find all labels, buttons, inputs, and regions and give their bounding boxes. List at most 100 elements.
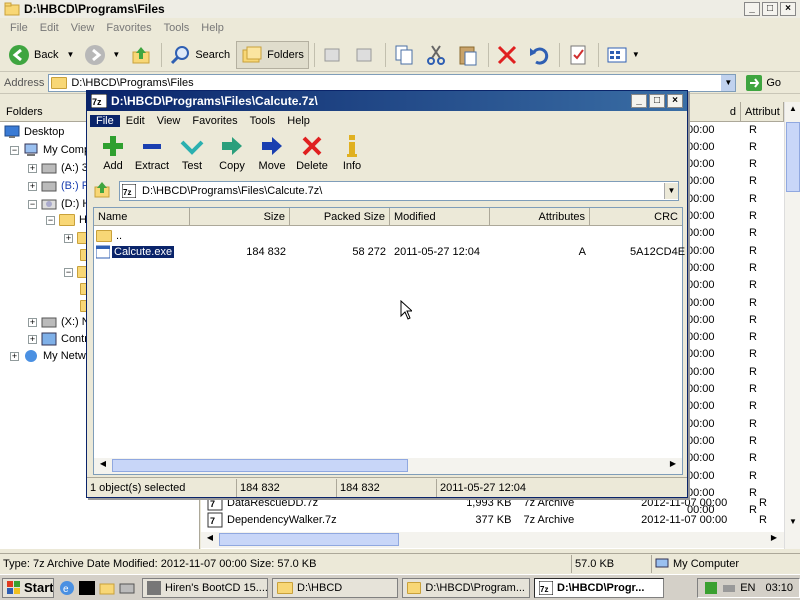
menu-edit[interactable]: Edit [120, 115, 151, 127]
list-item[interactable]: 00:00 R [687, 208, 783, 225]
scroll-up-arrow-icon[interactable]: ▲ [786, 104, 800, 118]
copy-button[interactable]: Copy [211, 134, 253, 176]
list-item[interactable]: 00:00 R [687, 381, 783, 398]
menu-help[interactable]: Help [195, 22, 230, 34]
taskbar-item-7zip[interactable]: 7z D:\HBCD\Progr... [534, 577, 664, 598]
chevron-down-icon[interactable]: ▼ [632, 50, 640, 59]
menu-favorites[interactable]: Favorites [100, 22, 157, 34]
menu-file[interactable]: File [90, 114, 120, 127]
start-button[interactable]: Start [2, 577, 54, 598]
drive-icon[interactable] [118, 580, 136, 596]
list-item[interactable]: 00:00 R [687, 311, 783, 328]
move-to-button[interactable] [318, 41, 348, 69]
expand-expander[interactable]: + [10, 351, 19, 361]
scroll-right-arrow-icon[interactable]: ▶ [767, 533, 781, 547]
close-button[interactable]: × [667, 94, 683, 108]
menu-help[interactable]: Help [281, 115, 316, 127]
list-item[interactable]: 7 DependencyWalker.7z 377 KB 7z Archive … [207, 511, 767, 528]
scroll-left-arrow-icon[interactable]: ◀ [96, 459, 110, 473]
scrollbar-thumb[interactable] [219, 533, 399, 546]
explorer-icon[interactable] [98, 580, 116, 596]
paste-button[interactable] [453, 41, 483, 69]
collapse-expander[interactable]: − [46, 215, 55, 225]
address-input[interactable]: D:\HBCD\Programs\Files ▼ [48, 73, 737, 92]
tree-item-desktop[interactable]: Desktop [4, 124, 64, 140]
scroll-left-arrow-icon[interactable]: ◀ [203, 533, 217, 547]
list-item[interactable]: 00:00 R [687, 156, 783, 173]
scroll-down-arrow-icon[interactable]: ▼ [786, 517, 800, 531]
taskbar-item-hbcd[interactable]: D:\HBCD [272, 577, 398, 598]
column-crc-header[interactable]: CRC [590, 208, 682, 226]
views-button[interactable]: ▼ [602, 41, 644, 69]
up-folder-button[interactable] [93, 181, 113, 201]
scrollbar-thumb[interactable] [112, 459, 408, 472]
list-item[interactable]: 00:00 R [687, 363, 783, 380]
expand-expander[interactable]: + [28, 317, 37, 327]
minimize-button[interactable]: _ [631, 94, 647, 108]
menu-favorites[interactable]: Favorites [186, 115, 243, 127]
back-button[interactable]: Back ▼ [4, 41, 78, 69]
list-item[interactable]: 00:00 R [687, 121, 783, 138]
up-folder-button[interactable] [126, 41, 156, 69]
list-item[interactable]: 00:00 R [687, 432, 783, 449]
search-button[interactable]: Search [165, 41, 234, 69]
delete-button[interactable]: Delete [291, 134, 333, 176]
properties-button[interactable] [563, 41, 593, 69]
list-item[interactable]: 00:00 R [687, 277, 783, 294]
menu-view[interactable]: View [65, 22, 101, 34]
tray-app-icon[interactable] [704, 581, 718, 595]
tree-item-my-computer[interactable]: − My Comp [10, 142, 90, 158]
cmd-icon[interactable] [78, 580, 96, 596]
table-row[interactable]: Calcute.exe 184 832 58 272 2011-05-27 12… [94, 244, 685, 260]
list-item[interactable]: 00:00 R [687, 450, 783, 467]
list-item[interactable]: 00:00 R [687, 225, 783, 242]
7zip-titlebar[interactable]: 7z D:\HBCD\Programs\Files\Calcute.7z\ _ … [87, 91, 687, 111]
list-item[interactable]: 00:00 R [687, 259, 783, 276]
menu-edit[interactable]: Edit [34, 22, 65, 34]
maximize-button[interactable]: □ [649, 94, 665, 108]
list-item[interactable]: 00:00 R [687, 467, 783, 484]
scroll-right-arrow-icon[interactable]: ▶ [666, 459, 680, 473]
collapse-expander[interactable]: − [64, 267, 73, 277]
tree-item-drive-b[interactable]: + (B:) F [28, 178, 89, 194]
list-item[interactable]: 00:00 R [687, 138, 783, 155]
column-attributes-header[interactable]: Attributes [490, 208, 590, 226]
info-button[interactable]: Info [331, 134, 373, 176]
chevron-down-icon[interactable]: ▼ [664, 183, 678, 199]
delete-button[interactable] [492, 41, 522, 69]
tree-item-my-network[interactable]: + My Netw [10, 348, 86, 364]
expand-expander[interactable]: + [28, 163, 37, 173]
tree-item-drive-x[interactable]: + (X:) N [28, 314, 90, 330]
taskbar-item-hbcd-programs[interactable]: D:\HBCD\Program... [402, 577, 530, 598]
horizontal-scrollbar[interactable]: ◀ ▶ [201, 532, 784, 548]
list-item[interactable]: 00:00 R [687, 190, 783, 207]
add-button[interactable]: Add [92, 134, 134, 176]
clock[interactable]: 03:10 [765, 582, 793, 594]
expand-expander[interactable]: + [28, 334, 37, 344]
list-item[interactable]: 00:00 R [687, 398, 783, 415]
list-item[interactable]: 00:00 R [687, 415, 783, 432]
extract-button[interactable]: Extract [131, 134, 173, 176]
minimize-button[interactable]: _ [744, 2, 760, 16]
vertical-scrollbar[interactable]: ▲ ▼ [784, 102, 800, 549]
tree-item-control-panel[interactable]: + Contr [28, 331, 88, 347]
collapse-expander[interactable]: − [28, 199, 37, 209]
scrollbar-thumb[interactable] [786, 122, 800, 192]
list-item[interactable]: 00:00 R [687, 242, 783, 259]
undo-button[interactable] [524, 41, 554, 69]
forward-button[interactable]: ▼ [80, 41, 124, 69]
folders-button[interactable]: Folders [236, 40, 309, 69]
copy-to-button[interactable] [350, 41, 380, 69]
taskbar-item-hirens[interactable]: Hiren's BootCD 15.... [142, 577, 268, 598]
cut-button[interactable] [421, 41, 451, 69]
column-modified-header[interactable]: Modified [390, 208, 490, 226]
network-tray-icon[interactable] [722, 581, 736, 595]
expand-expander[interactable]: + [28, 181, 37, 191]
collapse-expander[interactable]: − [10, 145, 19, 155]
expand-expander[interactable]: + [64, 233, 73, 243]
list-item[interactable]: 00:00 R [687, 329, 783, 346]
copy-button[interactable] [389, 41, 419, 69]
menu-view[interactable]: View [151, 115, 187, 127]
tree-item-drive-a[interactable]: + (A:) 3 [28, 160, 88, 176]
horizontal-scrollbar[interactable]: ◀ ▶ [94, 458, 682, 474]
